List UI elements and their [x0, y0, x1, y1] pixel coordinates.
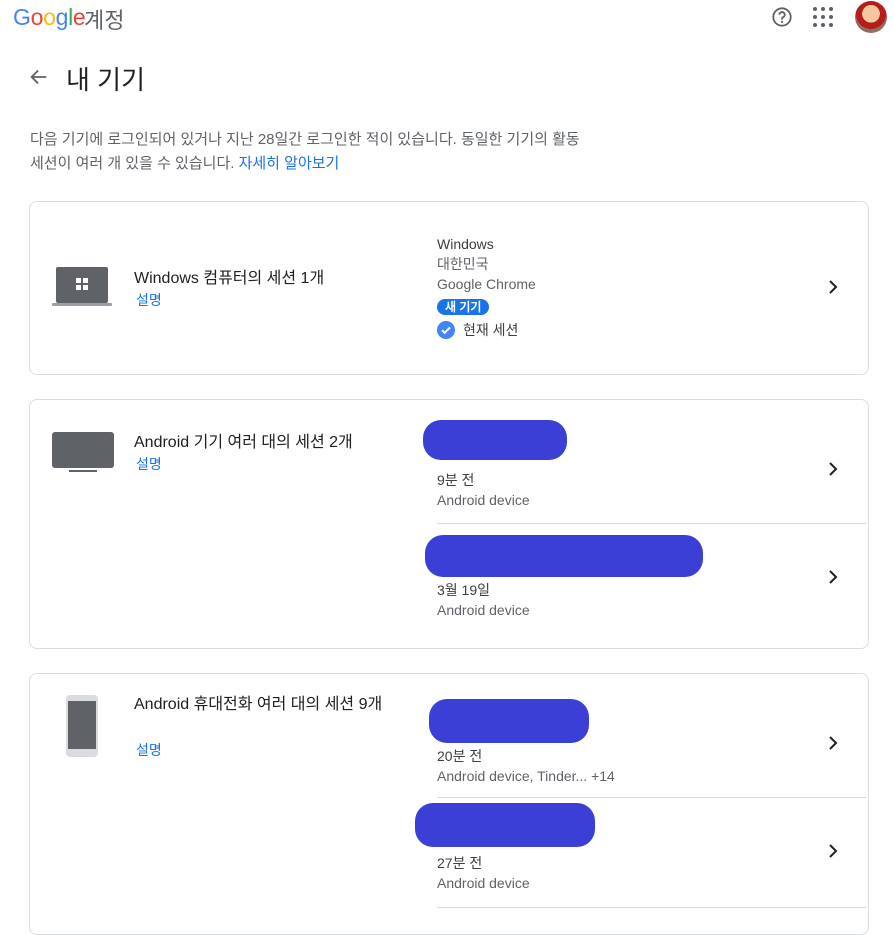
arrow-back-icon[interactable] — [28, 66, 50, 88]
phone-icon — [66, 695, 98, 757]
session-detail: Android device, Tinder... +14 — [437, 768, 615, 784]
session-time: 20분 전 — [437, 748, 483, 764]
session-current[interactable]: Windows 대한민국 Google Chrome 새 기기 현재 세션 — [437, 234, 536, 340]
check-circle-icon — [437, 321, 455, 339]
session-location: 대한민국 — [437, 256, 489, 272]
redacted-block — [415, 803, 595, 847]
logo-letter: o — [43, 4, 56, 30]
session-browser: Google Chrome — [437, 276, 536, 292]
redacted-block — [425, 535, 703, 577]
session-time: 3월 19일 — [437, 582, 491, 598]
new-device-badge: 새 기기 — [437, 299, 490, 315]
device-card-windows[interactable]: Windows 컴퓨터의 세션 1개 설명 Windows 대한민국 Googl… — [29, 201, 869, 375]
laptop-icon — [52, 267, 112, 306]
avatar[interactable] — [855, 1, 887, 33]
session-time: 9분 전 — [437, 472, 475, 488]
session-time: 27분 전 — [437, 855, 483, 871]
logo-letter: g — [55, 4, 69, 30]
divider — [437, 907, 867, 908]
logo-letter: G — [13, 4, 31, 30]
chevron-right-icon[interactable] — [827, 843, 839, 859]
session-detail: Android device — [437, 492, 530, 508]
tv-icon — [52, 432, 114, 472]
chevron-right-icon[interactable] — [827, 461, 839, 477]
chevron-right-icon[interactable] — [827, 569, 839, 585]
card-title: Android 휴대전화 여러 대의 세션 9개 — [134, 696, 383, 713]
explain-link[interactable]: 설명 — [136, 454, 162, 474]
session-os: Windows — [437, 236, 494, 252]
session-row[interactable]: 27분 전 Android device — [415, 798, 867, 908]
redacted-block — [423, 420, 567, 460]
current-session-label: 현재 세션 — [463, 322, 519, 338]
session-detail: Android device — [437, 875, 530, 891]
page-description: 다음 기기에 로그인되어 있거나 지난 28일간 로그인한 적이 있습니다. 동… — [30, 128, 590, 176]
apps-icon[interactable] — [813, 7, 833, 27]
session-row[interactable]: 9분 전 Android device — [423, 400, 867, 523]
device-card-phone[interactable]: Android 휴대전화 여러 대의 세션 9개 설명 20분 전 Androi… — [29, 673, 869, 935]
google-logo[interactable]: Google — [13, 4, 86, 31]
learn-more-link[interactable]: 자세히 알아보기 — [239, 155, 340, 172]
redacted-block — [429, 699, 589, 743]
session-row[interactable]: 3월 19일 Android device — [425, 524, 867, 647]
chevron-right-icon[interactable] — [827, 279, 839, 295]
help-icon[interactable] — [771, 6, 793, 28]
card-title: Android 기기 여러 대의 세션 2개 — [134, 434, 353, 451]
explain-link[interactable]: 설명 — [136, 290, 162, 310]
logo-letter: o — [30, 4, 44, 30]
page-title: 내 기기 — [66, 65, 145, 95]
product-name: 계정 — [84, 8, 125, 33]
explain-link[interactable]: 설명 — [136, 740, 162, 760]
session-detail: Android device — [437, 602, 530, 618]
chevron-right-icon[interactable] — [827, 735, 839, 751]
session-row[interactable]: 20분 전 Android device, Tinder... +14 — [429, 674, 867, 797]
device-card-android[interactable]: Android 기기 여러 대의 세션 2개 설명 9분 전 Android d… — [29, 399, 869, 649]
card-title: Windows 컴퓨터의 세션 1개 — [134, 270, 325, 287]
